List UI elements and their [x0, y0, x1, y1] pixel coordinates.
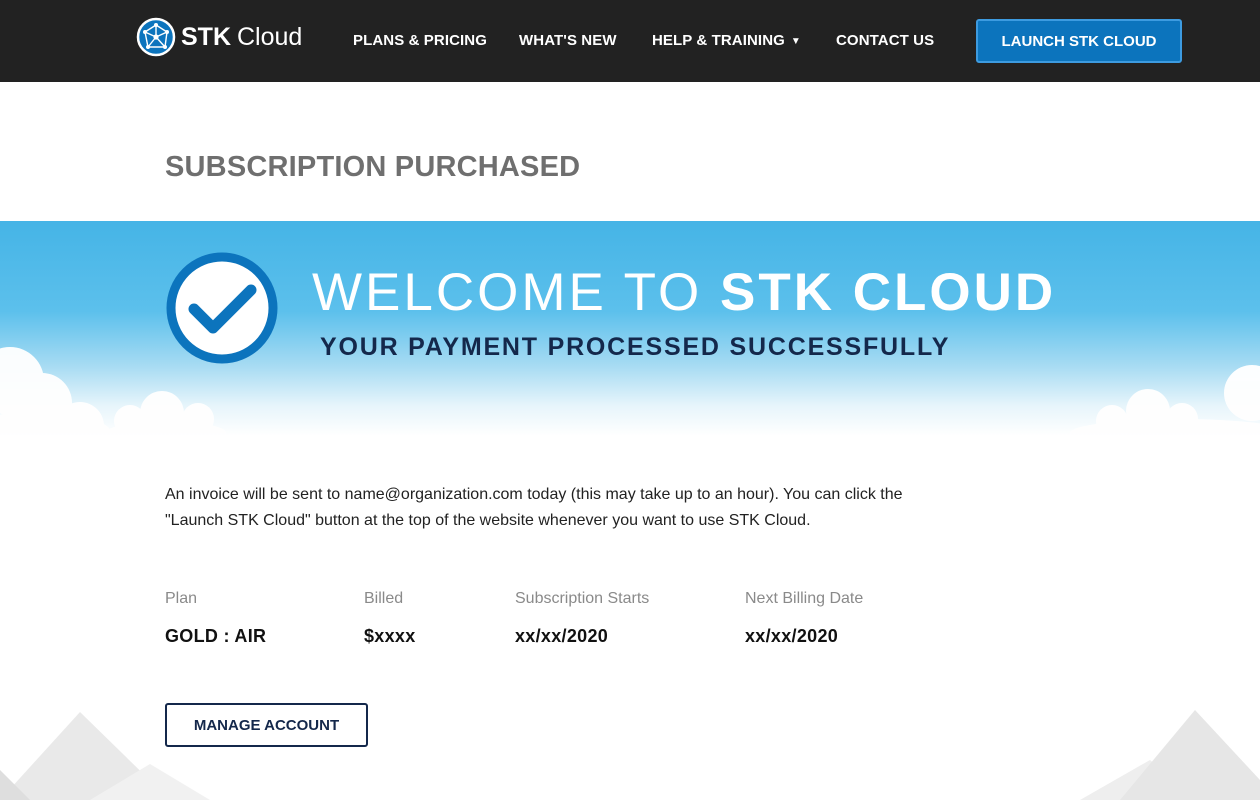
plan-label: Plan — [165, 590, 198, 607]
payment-success-message: YOUR PAYMENT PROCESSED SUCCESSFULLY — [320, 333, 951, 361]
nav-whats-new[interactable]: WHAT'S NEW — [519, 31, 617, 51]
nav-help-training[interactable]: HELP & TRAINING ▼ — [652, 31, 801, 51]
subscription-start-label: Subscription Starts — [515, 590, 650, 607]
subscription-start-value: xx/xx/2020 — [515, 626, 609, 646]
manage-account-button[interactable]: MANAGE ACCOUNT — [165, 703, 368, 747]
next-billing-column: Next Billing Date xx/xx/2020 — [745, 587, 863, 648]
welcome-banner: WELCOME TO STK CLOUD YOUR PAYMENT PROCES… — [0, 221, 1260, 436]
stk-cloud-logo[interactable]: STK Cloud — [136, 17, 302, 57]
billed-column: Billed $xxxx — [364, 587, 416, 648]
chevron-down-icon: ▼ — [790, 36, 801, 47]
brand-name-light: Cloud — [237, 23, 303, 51]
subscription-details: Plan GOLD : AIR Billed $xxxx Subscriptio… — [165, 587, 965, 657]
nav-plans-pricing[interactable]: PLANS & PRICING — [353, 31, 487, 51]
plan-value: GOLD : AIR — [165, 626, 267, 646]
next-billing-label: Next Billing Date — [745, 590, 864, 607]
welcome-heading-bold: STK CLOUD — [720, 263, 1057, 322]
invoice-message-line-1: An invoice will be sent to name@organiza… — [165, 486, 903, 503]
checkmark-circle-icon — [166, 252, 278, 364]
brand-name-bold: STK — [181, 23, 231, 51]
top-navbar: STK Cloud PLANS & PRICING WHAT'S NEW HELP… — [0, 0, 1260, 82]
welcome-heading-light: WELCOME TO — [312, 263, 703, 322]
invoice-message-line-2: "Launch STK Cloud" button at the top of … — [165, 512, 811, 529]
nav-contact-us[interactable]: CONTACT US — [836, 31, 934, 51]
plan-column: Plan GOLD : AIR — [165, 587, 266, 648]
page-title: SUBSCRIPTION PURCHASED — [165, 151, 581, 183]
welcome-heading: WELCOME TO STK CLOUD — [312, 263, 1056, 323]
page: STK Cloud PLANS & PRICING WHAT'S NEW HELP… — [0, 0, 1260, 800]
billed-label: Billed — [364, 590, 404, 607]
nav-help-training-label: HELP & TRAINING — [652, 32, 785, 49]
invoice-message: An invoice will be sent to name@organiza… — [165, 482, 955, 534]
launch-stk-cloud-button[interactable]: LAUNCH STK CLOUD — [976, 19, 1182, 63]
next-billing-value: xx/xx/2020 — [745, 626, 839, 646]
brand-name: STK Cloud — [181, 17, 302, 57]
billed-value: $xxxx — [364, 626, 416, 646]
subscription-start-column: Subscription Starts xx/xx/2020 — [515, 587, 649, 648]
network-globe-icon — [136, 17, 176, 57]
